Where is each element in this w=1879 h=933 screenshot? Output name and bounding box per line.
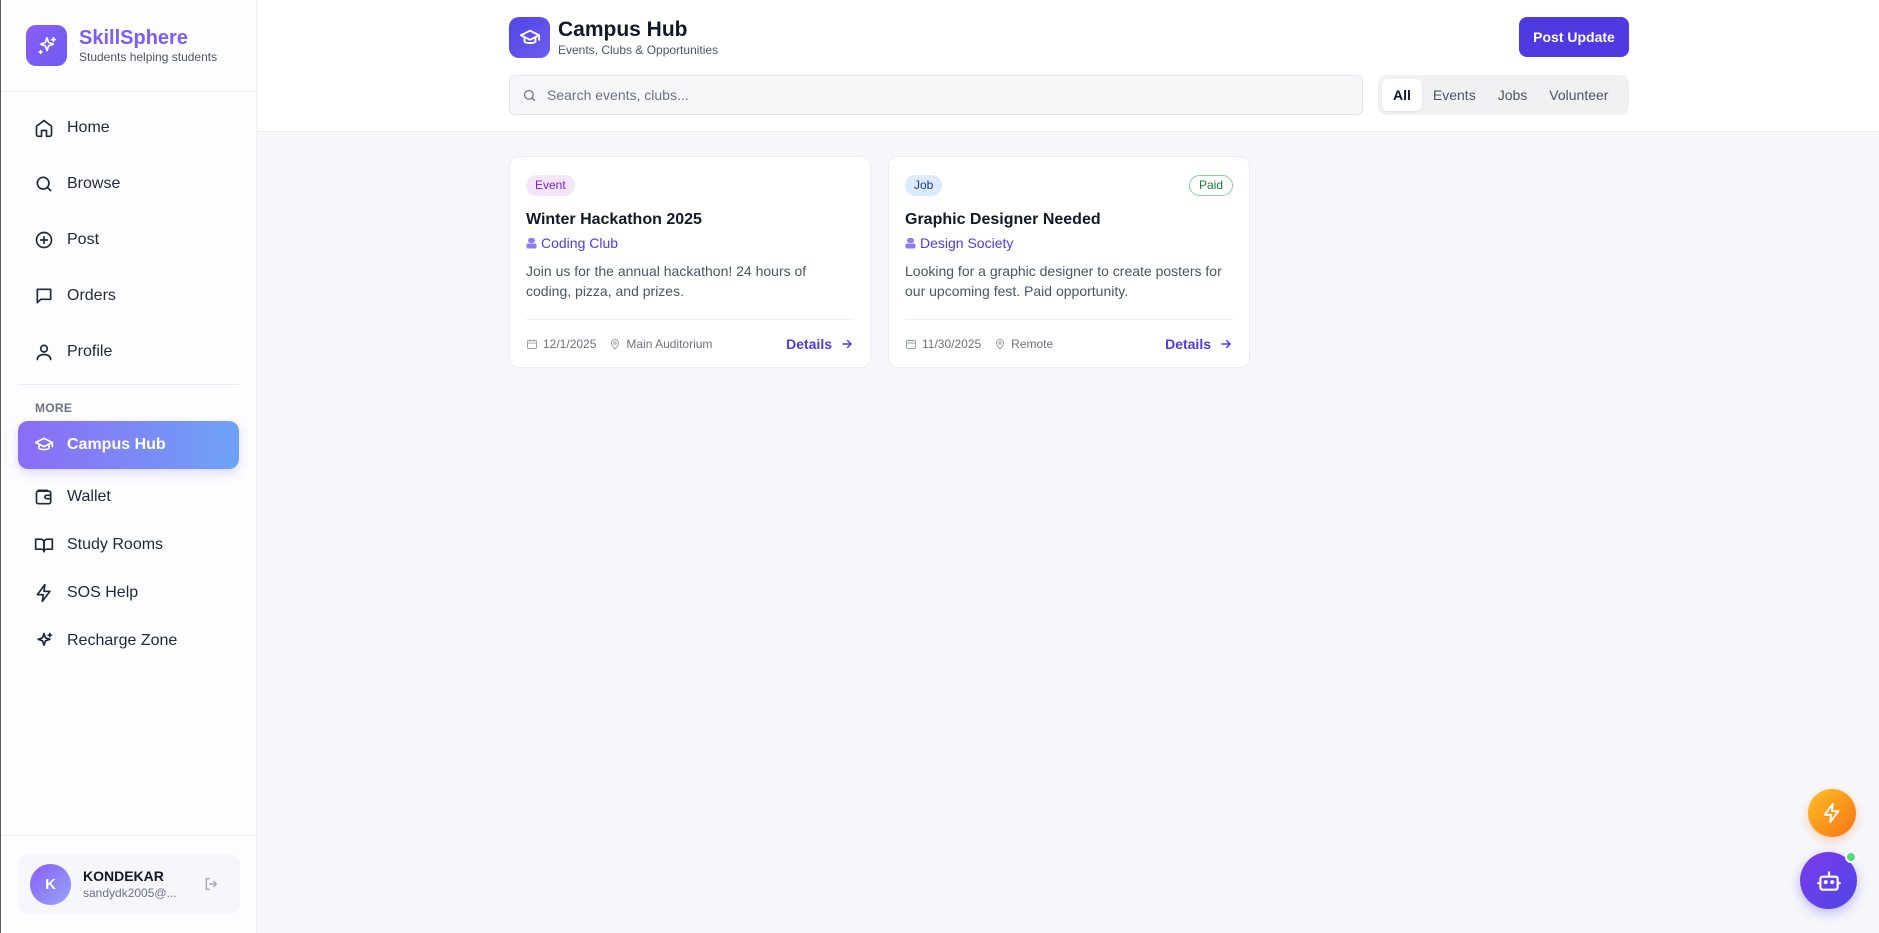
filter-volunteer[interactable]: Volunteer bbox=[1538, 79, 1619, 111]
card-organizer-label: Coding Club bbox=[541, 235, 619, 251]
page-heading: Campus Hub Events, Clubs & Opportunities bbox=[509, 17, 718, 58]
sidebar-item-profile[interactable]: Profile bbox=[18, 328, 239, 376]
card-date-label: 12/1/2025 bbox=[543, 336, 597, 351]
sidebar-item-label: Orders bbox=[67, 287, 116, 304]
opportunity-card[interactable]: Event Winter Hackathon 2025 Coding Club … bbox=[509, 156, 871, 368]
sidebar-item-campus-hub[interactable]: Campus Hub bbox=[18, 421, 239, 469]
card-location: Main Auditorium bbox=[609, 337, 712, 351]
users-icon bbox=[905, 237, 916, 249]
sidebar-item-label: Recharge Zone bbox=[67, 632, 178, 649]
card-organizer[interactable]: Coding Club bbox=[526, 235, 854, 251]
zap-icon bbox=[34, 583, 54, 603]
brand-name: SkillSphere bbox=[79, 27, 188, 49]
sidebar-item-label: Home bbox=[67, 119, 110, 136]
user-panel: K KONDEKAR sandydk2005@... bbox=[1, 835, 257, 933]
opportunity-list: Event Winter Hackathon 2025 Coding Club … bbox=[509, 156, 1250, 368]
opportunity-card[interactable]: Job Paid Graphic Designer Needed Design … bbox=[888, 156, 1250, 368]
filter-events[interactable]: Events bbox=[1422, 79, 1487, 111]
sidebar-item-orders[interactable]: Orders bbox=[18, 272, 239, 320]
map-pin-icon bbox=[994, 338, 1006, 350]
filter-tabs: All Events Jobs Volunteer bbox=[1378, 75, 1629, 115]
details-label: Details bbox=[786, 335, 832, 352]
category-tag: Event bbox=[526, 174, 575, 196]
post-update-button[interactable]: Post Update bbox=[1519, 17, 1629, 57]
page-header: Campus Hub Events, Clubs & Opportunities… bbox=[257, 0, 1879, 132]
calendar-icon bbox=[526, 338, 538, 350]
card-description: Join us for the annual hackathon! 24 hou… bbox=[526, 263, 807, 299]
avatar: K bbox=[30, 863, 71, 905]
card-location: Remote bbox=[994, 337, 1053, 351]
sidebar-item-label: Browse bbox=[67, 175, 121, 192]
book-open-icon bbox=[34, 535, 54, 555]
sidebar-section-label: MORE bbox=[35, 401, 73, 415]
sidebar-divider bbox=[18, 384, 239, 385]
card-organizer[interactable]: Design Society bbox=[905, 235, 1233, 251]
sidebar-item-post[interactable]: Post bbox=[18, 216, 239, 264]
search-icon bbox=[522, 88, 537, 103]
details-label: Details bbox=[1165, 335, 1211, 352]
sidebar-item-study-rooms[interactable]: Study Rooms bbox=[18, 525, 239, 565]
sidebar-item-label: Campus Hub bbox=[67, 436, 166, 453]
page-title: Campus Hub bbox=[558, 18, 688, 41]
card-location-label: Remote bbox=[1011, 336, 1054, 351]
calendar-icon bbox=[905, 338, 917, 350]
filter-jobs[interactable]: Jobs bbox=[1487, 79, 1539, 111]
details-button[interactable]: Details bbox=[1165, 336, 1233, 352]
arrow-right-icon bbox=[1219, 337, 1233, 351]
arrow-right-icon bbox=[840, 337, 854, 351]
sidebar-more-nav: Campus Hub Wallet Study Rooms SOS Help R… bbox=[1, 421, 256, 661]
plus-circle-icon bbox=[34, 230, 54, 250]
brand-tagline: Students helping students bbox=[79, 50, 218, 64]
user-name: KONDEKAR bbox=[83, 868, 164, 884]
sidebar-item-label: Profile bbox=[67, 343, 113, 360]
sidebar-item-label: Wallet bbox=[67, 488, 111, 505]
message-square-icon bbox=[34, 286, 54, 306]
paid-badge: Paid bbox=[1188, 174, 1233, 196]
card-footer: 12/1/2025 Main Auditorium Details bbox=[526, 319, 854, 367]
graduation-cap-icon bbox=[509, 17, 550, 58]
sparkles-icon bbox=[26, 25, 67, 66]
card-organizer-label: Design Society bbox=[920, 235, 1014, 251]
card-date: 11/30/2025 bbox=[905, 337, 981, 351]
map-pin-icon bbox=[609, 338, 621, 350]
card-title: Graphic Designer Needed bbox=[905, 211, 1101, 228]
card-description: Looking for a graphic designer to create… bbox=[905, 263, 1222, 299]
page-subtitle: Events, Clubs & Opportunities bbox=[558, 43, 719, 57]
search-bar bbox=[509, 75, 1363, 115]
user-icon bbox=[34, 342, 54, 362]
filter-all[interactable]: All bbox=[1382, 79, 1422, 111]
wallet-icon bbox=[34, 487, 54, 507]
quick-action-button[interactable] bbox=[1808, 789, 1856, 837]
sidebar-item-home[interactable]: Home bbox=[18, 104, 239, 152]
logout-icon[interactable] bbox=[203, 876, 219, 892]
card-location-label: Main Auditorium bbox=[626, 336, 713, 351]
sidebar-item-recharge-zone[interactable]: Recharge Zone bbox=[18, 621, 239, 661]
zap-icon bbox=[1821, 802, 1843, 824]
card-title: Winter Hackathon 2025 bbox=[526, 211, 702, 228]
card-date-label: 11/30/2025 bbox=[922, 336, 982, 351]
graduation-cap-icon bbox=[34, 435, 54, 455]
sidebar-item-label: Post bbox=[67, 231, 100, 248]
sidebar-item-label: SOS Help bbox=[67, 584, 139, 601]
search-icon bbox=[34, 174, 54, 194]
sidebar-main-nav: Home Browse Post Orders Profile MORE bbox=[1, 92, 256, 415]
card-date: 12/1/2025 bbox=[526, 337, 596, 351]
search-input[interactable] bbox=[547, 87, 1327, 103]
sidebar-item-label: Study Rooms bbox=[67, 536, 164, 553]
user-email: sandydk2005@... bbox=[83, 886, 177, 900]
sidebar-item-wallet[interactable]: Wallet bbox=[18, 477, 239, 517]
users-icon bbox=[526, 237, 537, 249]
brand[interactable]: SkillSphere Students helping students bbox=[1, 0, 256, 92]
sidebar: SkillSphere Students helping students Ho… bbox=[0, 0, 257, 933]
user-card[interactable]: K KONDEKAR sandydk2005@... bbox=[18, 853, 240, 915]
bot-icon bbox=[1816, 868, 1842, 894]
sidebar-item-sos-help[interactable]: SOS Help bbox=[18, 573, 239, 613]
home-icon bbox=[34, 118, 54, 138]
sidebar-item-browse[interactable]: Browse bbox=[18, 160, 239, 208]
online-status-dot bbox=[1845, 851, 1857, 863]
sparkles-icon bbox=[34, 631, 54, 651]
category-tag: Job bbox=[905, 174, 943, 196]
card-footer: 11/30/2025 Remote Details bbox=[905, 319, 1233, 367]
details-button[interactable]: Details bbox=[786, 336, 854, 352]
